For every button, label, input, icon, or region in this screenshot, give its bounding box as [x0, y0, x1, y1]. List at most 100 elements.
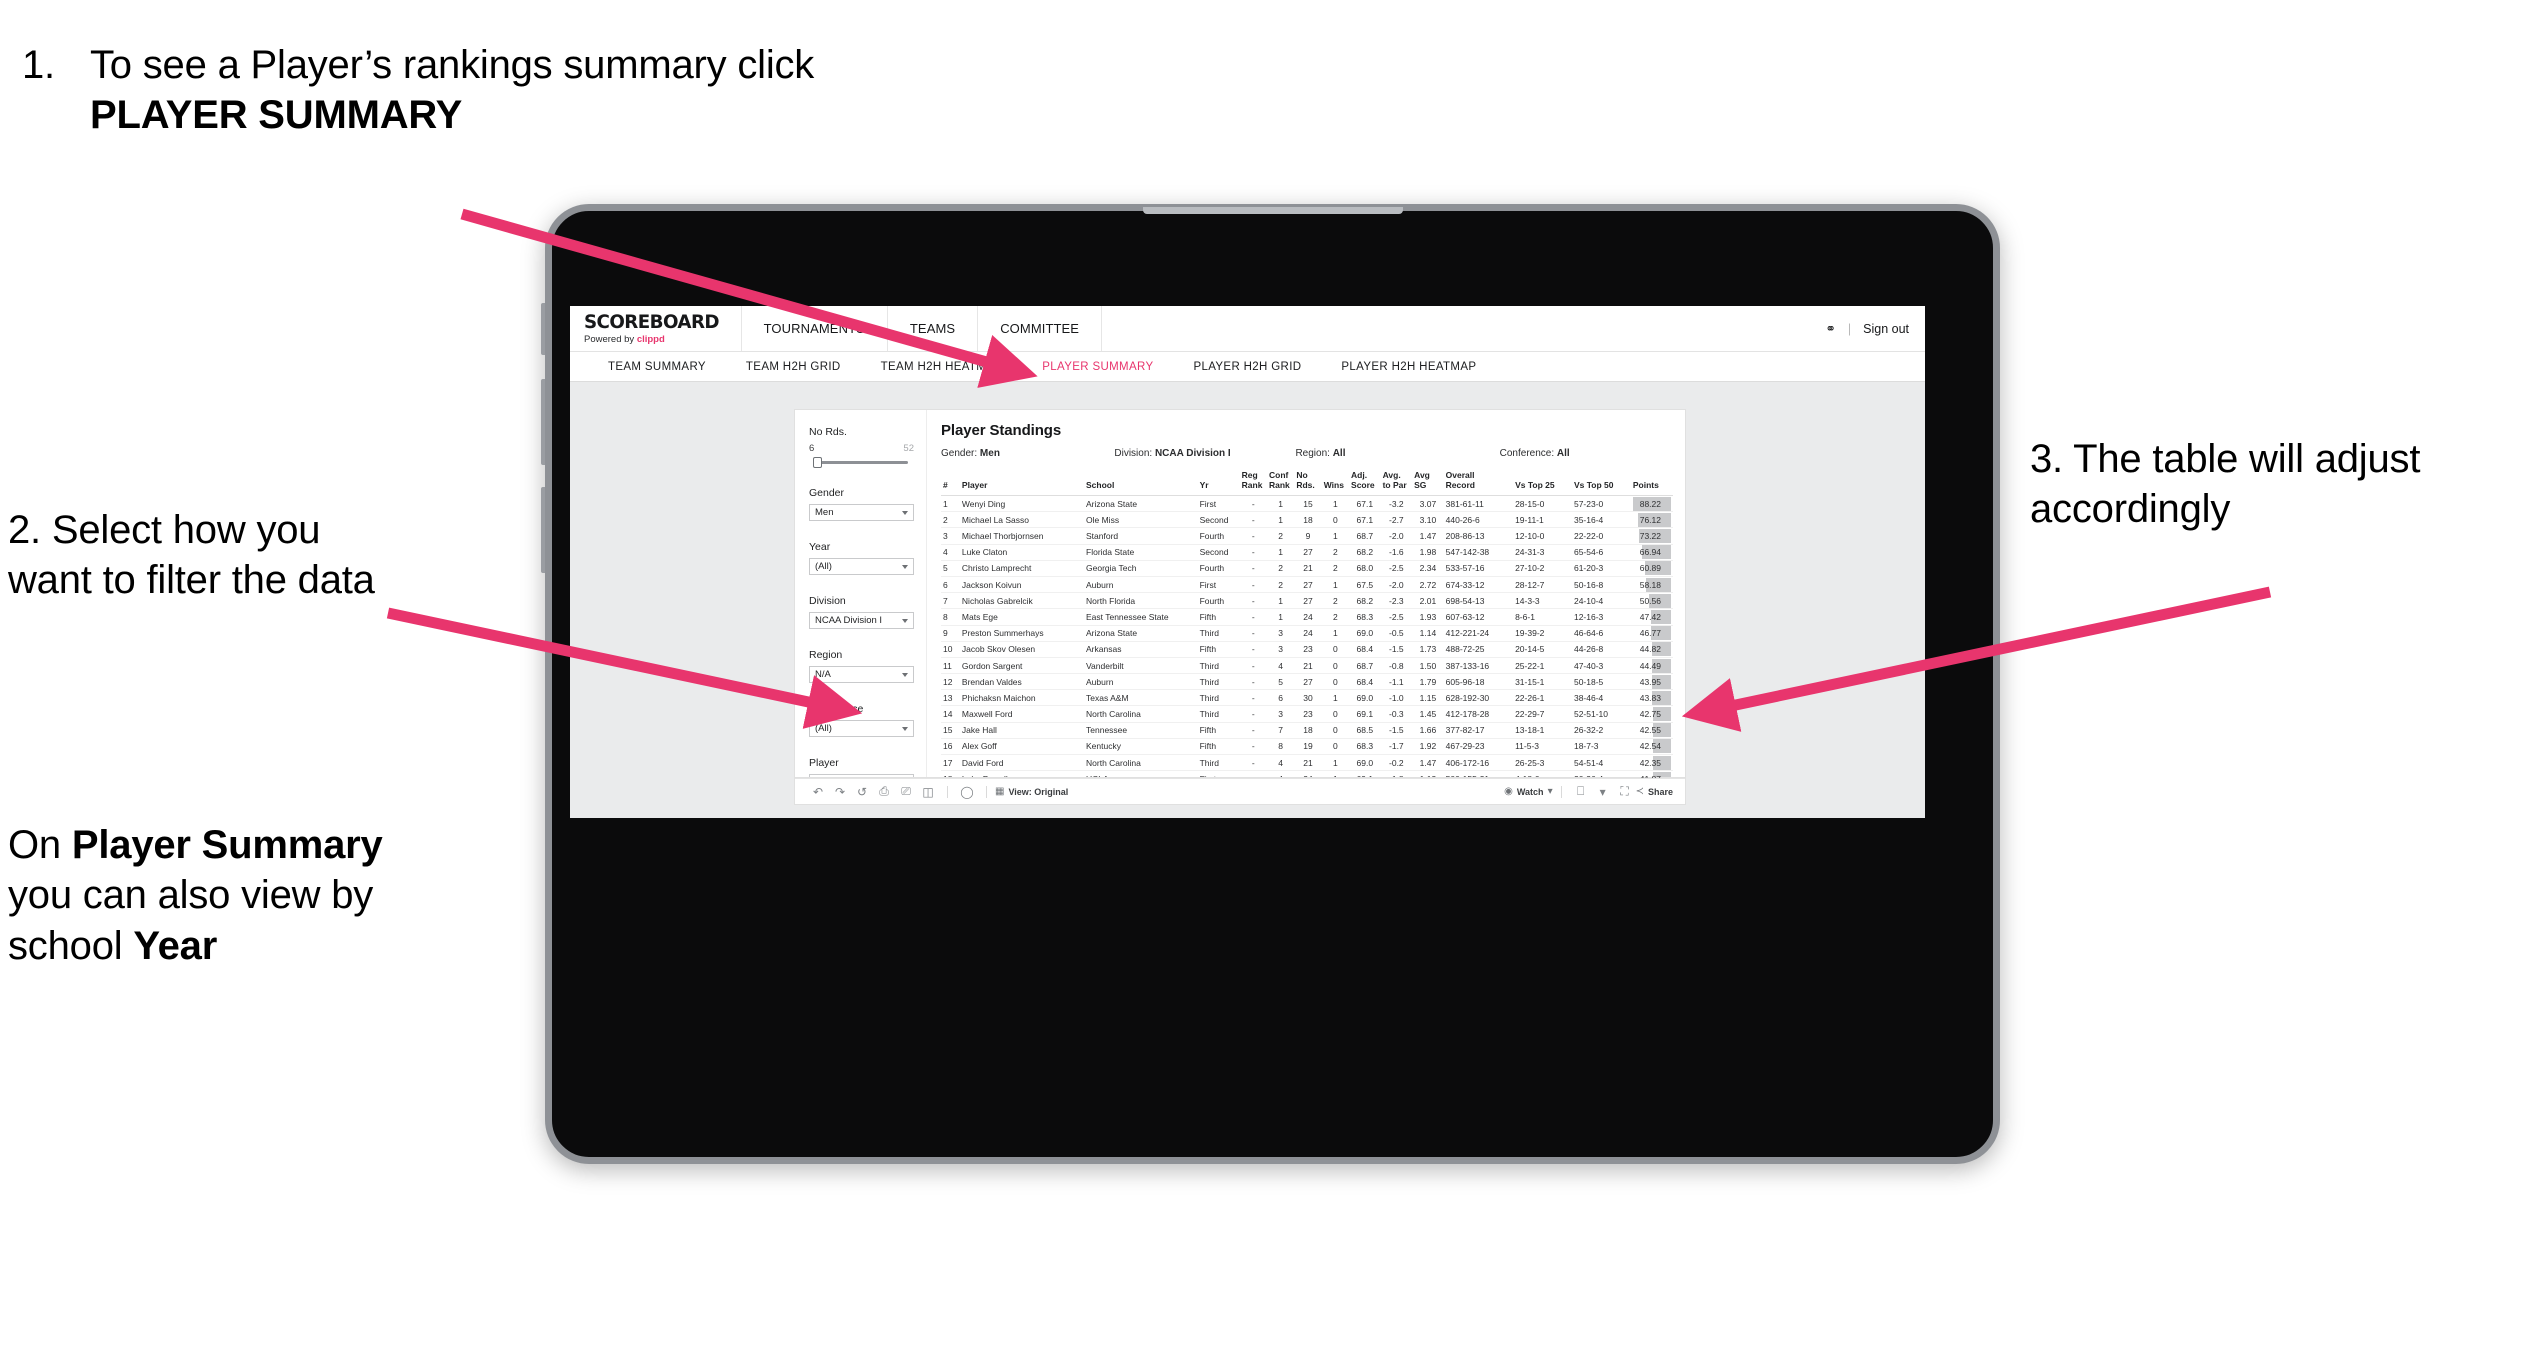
- col-player[interactable]: Player: [959, 468, 1085, 497]
- watch-button[interactable]: ◉ Watch ▾: [1504, 786, 1552, 797]
- col-school-cell: Kentucky: [1084, 738, 1198, 756]
- redo-icon[interactable]: ↷: [829, 785, 851, 799]
- table-row[interactable]: 5 Christo Lamprecht Georgia Tech Fourth -2 21…: [941, 560, 1673, 577]
- col-wins-cell: 1: [1321, 770, 1350, 778]
- table-row[interactable]: 1 Wenyi Ding Arizona State First -1 15 1 67.1 -3…: [941, 495, 1673, 513]
- filter-division-value: NCAA Division I: [815, 615, 883, 626]
- col-points-cell: 42.54: [1630, 738, 1673, 756]
- slider-handle[interactable]: [813, 457, 822, 468]
- col-school[interactable]: School: [1084, 468, 1198, 497]
- app-screen: SCOREBOARD Powered by clippd TOURNAMENTS…: [570, 306, 1925, 818]
- table-row[interactable]: 14 Maxwell Ford North Carolina Third -3 23 0 69…: [941, 705, 1673, 723]
- table-row[interactable]: 3 Michael Thorbjornsen Stanford Fourth -2 9 1 6…: [941, 527, 1673, 545]
- nav-item-committee[interactable]: COMMITTEE: [978, 306, 1103, 351]
- account-icon[interactable]: ⚭: [1825, 321, 1835, 336]
- points-cell: 50.56: [1633, 593, 1671, 608]
- col-rank-cell: 1: [941, 495, 960, 513]
- filter-year-select[interactable]: (All): [809, 558, 914, 575]
- filter-region: Region N/A: [809, 649, 914, 683]
- col-avg-sg-cell: 1.93: [1412, 608, 1444, 626]
- table-row[interactable]: 4 Luke Claton Florida State Second -1 27 2 68.2…: [941, 544, 1673, 561]
- chevron-down-icon: [902, 727, 908, 731]
- col-points-cell: 44.49: [1630, 657, 1673, 675]
- toolbar-divider: [1560, 785, 1562, 798]
- pause-icon[interactable]: ⎚: [895, 784, 917, 799]
- tab-team-summary[interactable]: TEAM SUMMARY: [588, 361, 726, 373]
- table-row[interactable]: 10 Jacob Skov Olesen Arkansas Fifth -3 23 0 68.…: [941, 641, 1673, 658]
- col-conf-rank[interactable]: Conf Rank: [1267, 468, 1295, 497]
- table-row[interactable]: 18Luke PowellUCLAFirst-424169.1-1.81.135…: [941, 770, 1673, 778]
- col-adj-score-cell: 68.3: [1349, 608, 1381, 626]
- panel-meta-row: Gender: Men Division: NCAA Division I Re…: [941, 448, 1673, 459]
- tablet-button-power: [541, 303, 545, 355]
- col-vs-top-50-cell: 24-10-4: [1571, 592, 1631, 610]
- filter-conference-select[interactable]: (All): [809, 720, 914, 737]
- points-value: 58.18: [1639, 579, 1661, 590]
- view-original-button[interactable]: ▦ View: Original: [995, 786, 1068, 797]
- revert-icon[interactable]: ↺: [851, 785, 873, 799]
- table-row[interactable]: 2 Michael La Sasso Ole Miss Second -1 18 0 67.1…: [941, 511, 1673, 529]
- col-avg-to-par-cell: -3.2: [1380, 495, 1413, 513]
- filter-region-select[interactable]: N/A: [809, 666, 914, 683]
- col-wins-cell: 0: [1321, 705, 1350, 723]
- col-vs-top-50[interactable]: Vs Top 50: [1571, 468, 1631, 497]
- annotation-step-1-bold: PLAYER SUMMARY: [90, 93, 463, 138]
- chevron-down-icon[interactable]: ▾: [1592, 785, 1614, 799]
- nav-item-teams[interactable]: TEAMS: [888, 306, 979, 351]
- table-row[interactable]: 15 Jake Hall Tennessee Fifth -7 18 0 68.5 -1.5 1.…: [941, 722, 1673, 739]
- tab-player-h2h-grid[interactable]: PLAYER H2H GRID: [1173, 361, 1321, 373]
- col-rank[interactable]: #: [941, 468, 960, 497]
- col-no-rds[interactable]: No Rds.: [1294, 468, 1322, 497]
- filter-division-select[interactable]: NCAA Division I: [809, 612, 914, 629]
- share-button[interactable]: ≺ Share: [1636, 786, 1673, 797]
- refresh-icon[interactable]: ⎙: [873, 784, 895, 799]
- col-vs-top-50-cell: 20-36-4: [1571, 770, 1631, 778]
- col-avg-sg-cell: 3.07: [1412, 495, 1444, 513]
- table-row[interactable]: 11 Gordon Sargent Vanderbilt Third -4 21 0 68.7…: [941, 657, 1673, 675]
- filter-no-rds-slider[interactable]: [809, 457, 914, 468]
- col-school-cell: Vanderbilt: [1084, 657, 1198, 675]
- sign-out-button[interactable]: Sign out: [1863, 322, 1909, 336]
- filter-region-value: N/A: [815, 669, 831, 680]
- col-conf-rank-cell: 1: [1267, 592, 1295, 610]
- table-row[interactable]: 7 Nicholas Gabrelcik North Florida Fourth -1…: [941, 592, 1673, 610]
- col-wins[interactable]: Wins: [1321, 468, 1350, 497]
- table-row[interactable]: 6 Jackson Koivun Auburn First -2 27 1 67.5 -2.0 2…: [941, 576, 1673, 594]
- brand-logo[interactable]: SCOREBOARD Powered by clippd: [570, 306, 742, 351]
- col-conf-rank-cell: 3: [1267, 705, 1295, 723]
- tab-player-h2h-heatmap[interactable]: PLAYER H2H HEATMAP: [1321, 361, 1496, 373]
- col-adj-score[interactable]: Adj. Score: [1349, 468, 1381, 497]
- table-row[interactable]: 17 David Ford North Carolina Third -4 21 1 69.0…: [941, 754, 1673, 772]
- col-vs-top-25[interactable]: Vs Top 25: [1513, 468, 1572, 497]
- clock-icon[interactable]: ◯: [956, 785, 978, 799]
- col-vs-top-25-cell: 28-12-7: [1513, 576, 1572, 594]
- col-wins-cell: 0: [1321, 511, 1350, 529]
- col-avg-to-par[interactable]: Avg. to Par: [1380, 468, 1413, 497]
- download-export-icon[interactable]: ⎕: [1570, 784, 1592, 799]
- col-overall-record-cell: 674-33-12: [1443, 576, 1514, 594]
- table-row[interactable]: 16 Alex Goff Kentucky Fifth -8 19 0 68.3 -1.7 1.9…: [941, 738, 1673, 756]
- col-points[interactable]: Points: [1630, 468, 1673, 497]
- filter-no-rds-label: No Rds.: [809, 426, 847, 438]
- undo-icon[interactable]: ↶: [807, 785, 829, 799]
- table-row[interactable]: 12 Brendan Valdes Auburn Third -5 27 0 68.4 -1.1…: [941, 673, 1673, 691]
- table-row[interactable]: 13 Phichaksn Maichon Texas A&M Third -6 30 1 69…: [941, 689, 1673, 707]
- tab-team-h2h-heatmap[interactable]: TEAM H2H HEATMAP: [861, 361, 1023, 373]
- col-overall-record[interactable]: Overall Record: [1443, 468, 1514, 497]
- nav-item-tournaments[interactable]: TOURNAMENTS: [742, 306, 888, 351]
- col-avg-sg[interactable]: Avg SG: [1412, 468, 1444, 497]
- col-reg-rank[interactable]: Reg Rank: [1239, 468, 1267, 497]
- col-overall-record-cell: 533-57-16: [1443, 560, 1514, 577]
- col-points-cell: 44.82: [1630, 641, 1673, 658]
- fullscreen-icon[interactable]: ⛶: [1614, 784, 1636, 799]
- filter-gender-select[interactable]: Men: [809, 504, 914, 521]
- tab-player-summary[interactable]: PLAYER SUMMARY: [1022, 361, 1173, 373]
- device-layout-icon[interactable]: ◫: [917, 785, 939, 799]
- tab-team-h2h-grid[interactable]: TEAM H2H GRID: [726, 361, 861, 373]
- col-reg-rank-cell: -: [1239, 495, 1267, 513]
- table-row[interactable]: 8 Mats Ege East Tennessee State Fifth -1 24 2 6…: [941, 608, 1673, 626]
- col-player-cell: Luke Claton: [959, 544, 1085, 561]
- col-year[interactable]: Yr: [1197, 468, 1240, 497]
- col-vs-top-50-cell: 50-18-5: [1571, 673, 1631, 691]
- table-row[interactable]: 9 Preston Summerhays Arizona State Third -3 2…: [941, 625, 1673, 642]
